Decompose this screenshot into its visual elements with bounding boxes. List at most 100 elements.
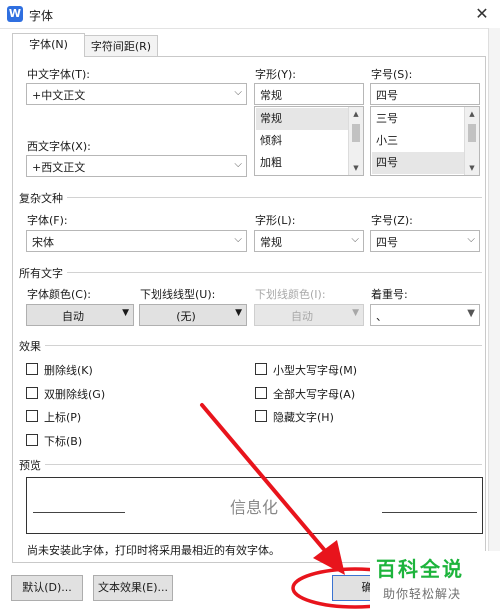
divider — [19, 272, 482, 273]
strikethrough-label[interactable]: 删除线(K) — [44, 362, 93, 378]
underline-style-button[interactable]: (无) ▼ — [139, 304, 247, 326]
complex-size-value: 四号 — [376, 236, 398, 249]
all-caps-checkbox[interactable] — [255, 387, 267, 399]
list-item[interactable]: 加粗 — [256, 152, 349, 174]
section-title: 预览 — [19, 457, 45, 473]
dialog-title: 字体 — [29, 9, 54, 23]
section-title: 所有文字 — [19, 265, 67, 281]
preview-box: 信息化 — [26, 477, 483, 534]
underline-style-label: 下划线线型(U): — [140, 288, 216, 301]
hidden-text-label[interactable]: 隐藏文字(H) — [273, 409, 334, 425]
chevron-down-icon: ⌵ — [467, 234, 475, 245]
divider — [19, 197, 482, 198]
western-font-value: +西文正文 — [32, 161, 86, 174]
scroll-thumb[interactable] — [352, 124, 360, 142]
font-color-button[interactable]: 自动 ▼ — [26, 304, 134, 326]
scroll-up-icon[interactable]: ▲ — [349, 107, 363, 121]
all-caps-label[interactable]: 全部大写字母(A) — [273, 386, 355, 402]
dropdown-arrow-icon: ▼ — [352, 308, 359, 318]
strikethrough-checkbox[interactable] — [26, 363, 38, 375]
hidden-text-checkbox[interactable] — [255, 410, 267, 422]
dropdown-arrow-icon: ▼ — [122, 308, 129, 318]
underline-color-value: 自动 — [291, 310, 313, 323]
title-bar — [0, 0, 500, 29]
complex-size-select[interactable]: 四号 ⌵ — [370, 230, 480, 252]
preview-note: 尚未安装此字体，打印时将采用最相近的有效字体。 — [27, 544, 280, 557]
close-icon[interactable]: ✕ — [470, 3, 494, 25]
watermark-title: 百科全说 — [376, 557, 464, 581]
section-title: 复杂文种 — [19, 190, 67, 206]
underline-color-label: 下划线颜色(I): — [255, 288, 326, 301]
emphasis-mark-select[interactable]: 、 ▼ — [370, 304, 480, 326]
font-style-label: 字形(Y): — [255, 68, 297, 81]
scrollbar[interactable]: ▲ ▼ — [348, 107, 363, 175]
list-item[interactable]: 三号 — [372, 108, 465, 130]
tab-character-spacing[interactable]: 字符间距(R) — [84, 35, 158, 57]
dropdown-arrow-icon: ▼ — [467, 308, 475, 319]
subscript-label[interactable]: 下标(B) — [44, 433, 82, 449]
preview-baseline-right — [382, 512, 477, 513]
list-item[interactable]: 倾斜 — [256, 130, 349, 152]
complex-font-select[interactable]: 宋体 ⌵ — [26, 230, 247, 252]
font-color-label: 字体颜色(C): — [27, 288, 91, 301]
background-window-edge — [488, 28, 500, 613]
font-style-input[interactable]: 常规 — [254, 83, 364, 105]
section-preview: 预览 — [19, 457, 482, 473]
emphasis-mark-value: 、 — [376, 310, 387, 323]
chevron-down-icon: ⌵ — [234, 87, 242, 98]
chevron-down-icon: ⌵ — [351, 234, 359, 245]
dropdown-arrow-icon: ▼ — [235, 308, 242, 318]
scroll-up-icon[interactable]: ▲ — [465, 107, 479, 121]
section-effects: 效果 — [19, 338, 482, 354]
text-effects-button[interactable]: 文本效果(E)... — [93, 575, 173, 601]
emphasis-mark-label: 着重号: — [371, 288, 408, 301]
underline-style-value: (无) — [176, 310, 196, 323]
chinese-font-select[interactable]: +中文正文 ⌵ — [26, 83, 247, 105]
section-all-text: 所有文字 — [19, 265, 482, 281]
scroll-down-icon[interactable]: ▼ — [349, 161, 363, 175]
preview-baseline-left — [33, 512, 125, 513]
complex-style-select[interactable]: 常规 ⌵ — [254, 230, 364, 252]
list-item[interactable]: 四号 — [372, 152, 465, 174]
font-color-value: 自动 — [62, 310, 84, 323]
complex-size-label: 字号(Z): — [371, 214, 413, 227]
complex-style-value: 常规 — [260, 236, 282, 249]
western-font-select[interactable]: +西文正文 ⌵ — [26, 155, 247, 177]
scroll-thumb[interactable] — [468, 124, 476, 142]
double-strikethrough-label[interactable]: 双删除线(G) — [44, 386, 105, 402]
complex-style-label: 字形(L): — [255, 214, 296, 227]
scrollbar[interactable]: ▲ ▼ — [464, 107, 479, 175]
font-style-value: 常规 — [260, 89, 282, 102]
western-font-label: 西文字体(X): — [27, 140, 91, 153]
divider — [19, 464, 482, 465]
watermark-subtitle: 助你轻松解决 — [383, 587, 462, 601]
font-size-label: 字号(S): — [371, 68, 413, 81]
superscript-checkbox[interactable] — [26, 410, 38, 422]
font-style-list[interactable]: 常规 倾斜 加粗 ▲ ▼ — [254, 106, 364, 176]
chevron-down-icon: ⌵ — [234, 234, 242, 245]
list-item[interactable]: 小三 — [372, 130, 465, 152]
complex-font-label: 字体(F): — [27, 214, 68, 227]
small-caps-label[interactable]: 小型大写字母(M) — [273, 362, 357, 378]
underline-color-button: 自动 ▼ — [254, 304, 364, 326]
section-title: 效果 — [19, 338, 45, 354]
font-size-value: 四号 — [376, 89, 398, 102]
default-button[interactable]: 默认(D)... — [11, 575, 83, 601]
list-item[interactable]: 常规 — [256, 108, 349, 130]
section-complex-script: 复杂文种 — [19, 190, 482, 206]
double-strikethrough-checkbox[interactable] — [26, 387, 38, 399]
tab-font[interactable]: 字体(N) — [12, 33, 85, 57]
chinese-font-value: +中文正文 — [32, 89, 86, 102]
complex-font-value: 宋体 — [32, 236, 54, 249]
small-caps-checkbox[interactable] — [255, 363, 267, 375]
subscript-checkbox[interactable] — [26, 434, 38, 446]
superscript-label[interactable]: 上标(P) — [44, 409, 81, 425]
scroll-down-icon[interactable]: ▼ — [465, 161, 479, 175]
font-size-input[interactable]: 四号 — [370, 83, 480, 105]
chinese-font-label: 中文字体(T): — [27, 68, 91, 81]
preview-sample-text: 信息化 — [230, 498, 279, 517]
chevron-down-icon: ⌵ — [234, 159, 242, 170]
font-size-list[interactable]: 三号 小三 四号 ▲ ▼ — [370, 106, 480, 176]
wps-app-icon: W — [7, 6, 23, 22]
divider — [19, 345, 482, 346]
